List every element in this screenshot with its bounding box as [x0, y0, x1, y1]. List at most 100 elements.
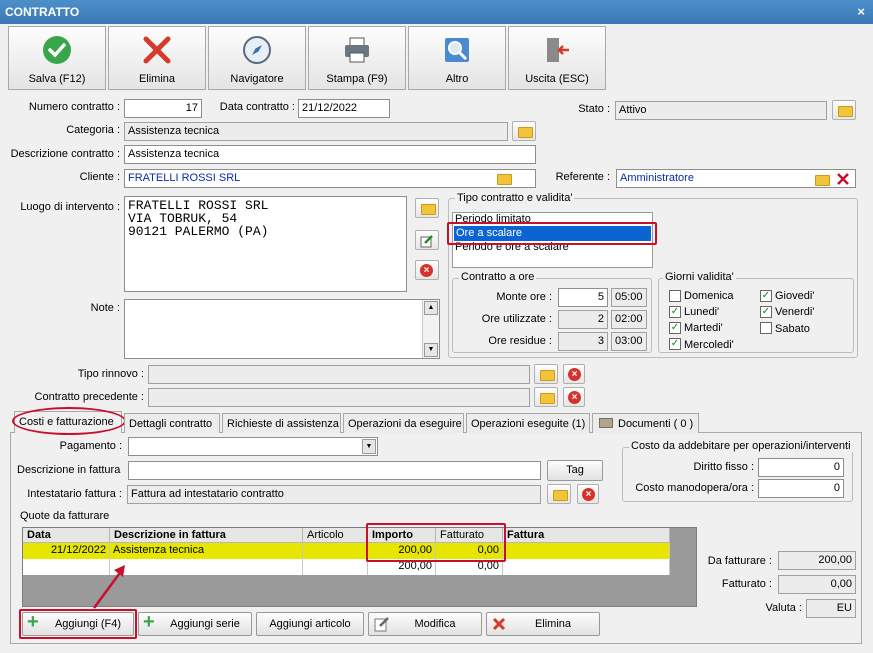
row-descrizione [110, 559, 303, 575]
monte-ore-input[interactable]: 5 [558, 288, 608, 307]
cliente-folder-icon[interactable] [492, 169, 516, 189]
tab-operazioni-da-eseguire[interactable]: Operazioni da eseguire [343, 413, 464, 433]
delete-row-label: Elimina [534, 618, 572, 630]
numero-contratto-input[interactable]: 17 [124, 99, 202, 118]
descrizione-fattura-input[interactable] [128, 461, 541, 480]
checkbox-lunedi[interactable]: ✓ [669, 306, 681, 318]
delete-row-button[interactable]: Elimina [486, 612, 600, 636]
intestatario-delete-icon[interactable]: × [577, 484, 599, 504]
ore-utilizzate-field: 2 [558, 310, 608, 329]
column-descrizione[interactable]: Descrizione in fattura [110, 528, 303, 543]
checkbox-giovedi[interactable]: ✓ [760, 290, 772, 302]
referente-clear-icon[interactable] [836, 172, 850, 186]
label-venerdi: Venerdi' [775, 306, 815, 318]
plus-icon: + [143, 611, 155, 633]
ore-utilizzate-time: 02:00 [611, 310, 647, 329]
luogo-edit-icon[interactable] [415, 230, 439, 250]
cliente-label: Cliente : [79, 171, 120, 183]
cliente-input[interactable]: FRATELLI ROSSI SRL [124, 169, 536, 188]
exit-button[interactable]: Uscita (ESC) [508, 26, 606, 90]
contratto-precedente-folder-icon[interactable] [534, 387, 558, 407]
column-data[interactable]: Data [23, 528, 110, 543]
tab-richieste-assistenza[interactable]: Richieste di assistenza [222, 413, 341, 433]
window-title-bar: CONTRATTO × [0, 0, 873, 24]
tipo-rinnovo-delete-icon[interactable]: × [563, 364, 585, 384]
delete-button-label: Elimina [138, 73, 176, 85]
tab-operazioni-eseguite[interactable]: Operazioni eseguite (1) [466, 413, 590, 433]
table-row[interactable]: 21/12/2022 Assistenza tecnica 200,00 0,0… [23, 543, 670, 559]
quote-fatturare-label: Quote da fatturare [20, 510, 110, 522]
label-mercoledi: Mercoledi' [684, 339, 734, 351]
da-fatturare-field: 200,00 [778, 551, 856, 570]
luogo-intervento-textarea[interactable]: FRATELLI ROSSI SRL VIA TOBRUK, 54 90121 … [124, 196, 407, 292]
print-button[interactable]: Stampa (F9) [308, 26, 406, 90]
costo-manodopera-input[interactable]: 0 [758, 479, 844, 498]
contratto-precedente-field[interactable] [148, 388, 530, 407]
checkbox-sabato[interactable] [760, 322, 772, 334]
monte-ore-label: Monte ore : [496, 291, 552, 303]
ore-residue-time: 03:00 [611, 332, 647, 351]
column-articolo[interactable]: Articolo [303, 528, 368, 543]
navigator-button[interactable]: Navigatore [208, 26, 306, 90]
ore-residue-label: Ore residue : [488, 335, 552, 347]
edit-button-label: Modifica [414, 618, 456, 630]
compass-icon [243, 36, 271, 64]
tab-dettagli-contratto[interactable]: Dettagli contratto [124, 413, 220, 433]
add-article-button[interactable]: Aggiungi articolo [256, 612, 364, 636]
tipo-rinnovo-field[interactable] [148, 365, 530, 384]
ore-utilizzate-label: Ore utilizzate : [481, 313, 552, 325]
costo-manodopera-label: Costo manodopera/ora : [635, 482, 754, 494]
luogo-line: 90121 PALERMO (PA) [128, 224, 269, 239]
edit-button[interactable]: Modifica [368, 612, 482, 636]
pagamento-label: Pagamento : [59, 440, 122, 452]
scroll-up-icon[interactable]: ▲ [424, 301, 438, 315]
checkbox-martedi[interactable]: ✓ [669, 322, 681, 334]
row-fattura [503, 543, 670, 559]
save-button[interactable]: Salva (F12) [8, 26, 106, 90]
delete-button[interactable]: Elimina [108, 26, 206, 90]
save-button-label: Salva (F12) [28, 73, 86, 85]
stato-label: Stato : [578, 103, 610, 115]
checkbox-mercoledi[interactable]: ✓ [669, 338, 681, 350]
data-contratto-input[interactable]: 21/12/2022 [298, 99, 390, 118]
luogo-folder-icon[interactable] [415, 198, 439, 218]
stato-folder-icon[interactable] [832, 100, 856, 120]
intestatario-fattura-field: Fattura ad intestatario contratto [127, 485, 541, 504]
checkbox-venerdi[interactable]: ✓ [760, 306, 772, 318]
tag-button[interactable]: Tag [547, 460, 603, 481]
selection-highlight-annotation [447, 222, 657, 245]
tipo-rinnovo-folder-icon[interactable] [534, 364, 558, 384]
numero-contratto-label: Numero contratto : [28, 101, 120, 113]
documents-folder-icon [599, 418, 613, 428]
other-button[interactable]: Altro [408, 26, 506, 90]
note-scrollbar[interactable]: ▲ ▼ [422, 300, 439, 358]
intestatario-folder-icon[interactable] [547, 484, 571, 504]
descrizione-contratto-input[interactable]: Assistenza tecnica [124, 145, 536, 164]
pencil-icon [374, 617, 389, 632]
stato-field: Attivo [615, 101, 827, 120]
note-textarea[interactable]: ▲ ▼ [124, 299, 440, 359]
checkbox-domenica[interactable] [669, 290, 681, 302]
exit-button-label: Uscita (ESC) [525, 73, 589, 85]
tab-highlight-annotation [12, 407, 126, 435]
diritto-fisso-input[interactable]: 0 [758, 458, 844, 477]
contratto-precedente-delete-icon[interactable]: × [563, 387, 585, 407]
close-icon[interactable]: × [857, 4, 865, 19]
annotation-arrow-icon [92, 565, 125, 609]
tab-documenti[interactable]: Documenti ( 0 ) [592, 413, 699, 433]
chevron-down-icon[interactable]: ▼ [362, 439, 376, 454]
exit-door-icon [547, 38, 569, 62]
referente-folder-icon[interactable] [810, 170, 834, 190]
printer-icon [345, 37, 369, 63]
row-fattura [503, 559, 670, 575]
fatturato-label: Fatturato : [721, 578, 772, 590]
costo-addebitare-title: Costo da addebitare per operazioni/inter… [629, 440, 853, 452]
other-button-label: Altro [445, 73, 469, 85]
add-series-button[interactable]: + Aggiungi serie [138, 611, 252, 636]
data-contratto-label: Data contratto : [219, 101, 295, 113]
scroll-down-icon[interactable]: ▼ [424, 343, 438, 357]
categoria-folder-icon[interactable] [512, 121, 536, 141]
pagamento-select[interactable]: ▼ [128, 437, 378, 456]
luogo-delete-icon[interactable]: × [415, 260, 439, 280]
column-fattura[interactable]: Fattura [503, 528, 670, 543]
